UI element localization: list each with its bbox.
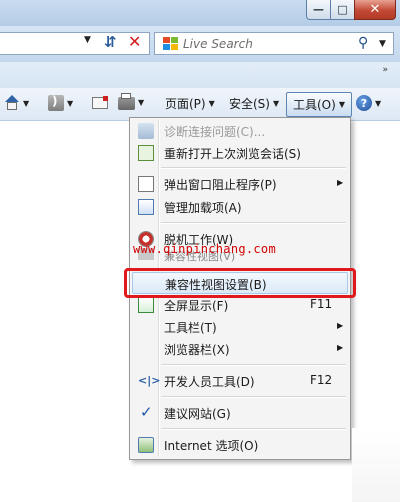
popup-blocker-icon (138, 176, 154, 192)
tools-menu-button[interactable]: 工具(O) ▼ (286, 92, 352, 117)
stop-icon[interactable]: ✕ (128, 32, 141, 51)
menu-separator (161, 428, 346, 430)
submenu-arrow-icon: ▶ (337, 178, 344, 187)
menu-item-shortcut: F11 (310, 297, 333, 311)
bottom-right-glow (352, 428, 400, 502)
chevron-down-icon: ▼ (338, 100, 345, 109)
menu-item-toolbars[interactable]: 工具栏(T) ▶ (132, 316, 348, 338)
fullscreen-icon (138, 297, 154, 313)
minimize-icon: — (313, 3, 324, 16)
address-dropdown-icon[interactable]: ▼ (84, 35, 91, 45)
menu-item-label: 管理加载项(A) (164, 201, 242, 215)
menu-item-label: 全屏显示(F) (164, 299, 229, 313)
chevron-down-icon: ▼ (138, 98, 145, 107)
read-mail-button[interactable] (92, 95, 108, 109)
chevron-down-icon: ▼ (208, 99, 215, 108)
chevron-more-icon[interactable]: » (382, 65, 388, 75)
chevron-down-icon: ▼ (272, 99, 280, 108)
favorites-bar: » (0, 62, 400, 89)
help-button[interactable]: ? ▼ (356, 95, 381, 111)
feeds-button[interactable]: ▼ (48, 94, 74, 111)
menu-item-reopen-session[interactable]: 重新打开上次浏览会话(S) (132, 142, 348, 164)
printer-icon (118, 93, 135, 110)
home-icon (4, 95, 20, 111)
safety-menu-button[interactable]: 安全(S) ▼ (229, 95, 279, 112)
menu-item-popup-blocker[interactable]: 弹出窗口阻止程序(P) ▶ (132, 173, 348, 195)
close-icon: ✕ (369, 2, 381, 17)
menu-item-manage-addons[interactable]: 管理加载项(A) (132, 196, 348, 218)
title-bar: — □ ✕ (0, 0, 400, 26)
home-button[interactable]: ▼ (4, 95, 29, 111)
page-menu-button[interactable]: 页面(P) ▼ (165, 95, 215, 112)
search-dropdown-icon[interactable]: ▼ (379, 39, 386, 49)
checkmark-icon: ✓ (140, 403, 153, 421)
menu-separator (161, 396, 346, 398)
tools-menu-label: 工具(O) (293, 98, 336, 112)
page-menu-label: 页面(P) (165, 97, 206, 111)
search-placeholder: Live Search (183, 37, 253, 51)
menu-item-internet-options[interactable]: Internet 选项(O) (132, 434, 348, 456)
diagnose-connection-icon (138, 123, 154, 139)
tools-dropdown-menu: 诊断连接问题(C)... 重新打开上次浏览会话(S) 弹出窗口阻止程序(P) ▶… (129, 117, 351, 460)
minimize-button[interactable]: — (306, 0, 331, 20)
menu-item-label: 兼容性视图设置(B) (165, 278, 267, 292)
print-button[interactable]: ▼ (118, 93, 145, 110)
feed-icon (48, 94, 64, 111)
internet-options-icon (138, 437, 154, 453)
search-input[interactable]: Live Search ⚲ ▼ (154, 32, 394, 55)
manage-addons-icon (138, 199, 154, 215)
refresh-icon[interactable]: ⇵ (104, 33, 117, 51)
close-button[interactable]: ✕ (354, 0, 396, 20)
menu-item-label: 重新打开上次浏览会话(S) (164, 147, 301, 161)
menu-item-suggested-sites[interactable]: ✓ 建议网站(G) (132, 402, 348, 424)
menu-item-label: 弹出窗口阻止程序(P) (164, 178, 277, 192)
menu-item-label: 建议网站(G) (164, 407, 231, 421)
menu-item-developer-tools[interactable]: <|> 开发人员工具(D) F12 (132, 370, 348, 392)
menu-separator (161, 364, 346, 366)
maximize-icon: □ (337, 3, 348, 16)
chevron-down-icon: ▼ (375, 98, 382, 108)
menu-item-diagnose: 诊断连接问题(C)... (132, 120, 348, 142)
menu-item-compat-view-settings[interactable]: 兼容性视图设置(B) (132, 272, 348, 294)
menu-item-label: 开发人员工具(D) (164, 375, 255, 389)
submenu-arrow-icon: ▶ (337, 321, 344, 330)
menu-item-label: 诊断连接问题(C)... (164, 125, 266, 139)
menu-item-label: Internet 选项(O) (164, 439, 259, 453)
help-icon: ? (356, 95, 372, 111)
developer-tools-icon: <|> (138, 374, 161, 387)
reopen-session-icon (138, 145, 154, 161)
mail-icon (92, 96, 108, 109)
search-icon[interactable]: ⚲ (358, 35, 368, 51)
live-search-logo-icon (163, 37, 179, 51)
chevron-down-icon: ▼ (67, 98, 74, 108)
watermark-text: www.qinpinchang.com (133, 242, 276, 256)
menu-item-label: 工具栏(T) (164, 321, 217, 335)
address-row: ▼ ⇵ ✕ Live Search ⚲ ▼ (0, 26, 400, 62)
submenu-arrow-icon: ▶ (337, 343, 344, 352)
menu-item-shortcut: F12 (310, 373, 333, 387)
maximize-button[interactable]: □ (330, 0, 355, 20)
chevron-down-icon: ▼ (23, 98, 30, 108)
menu-separator (161, 167, 346, 169)
safety-menu-label: 安全(S) (229, 97, 270, 111)
menu-separator (161, 222, 346, 224)
menu-item-label: 浏览器栏(X) (164, 343, 230, 357)
menu-item-explorer-bars[interactable]: 浏览器栏(X) ▶ (132, 338, 348, 360)
menu-item-fullscreen[interactable]: 全屏显示(F) F11 (132, 294, 348, 316)
